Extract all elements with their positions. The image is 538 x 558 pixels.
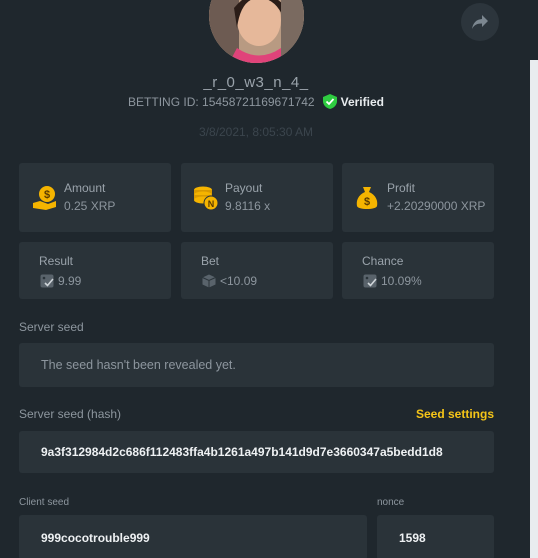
chance-card: Chance 10.09% — [342, 242, 494, 299]
money-bag-hand-icon: $ — [32, 185, 58, 216]
dice-check-icon — [363, 274, 377, 293]
payout-label: Payout — [225, 181, 263, 195]
verified-shield-icon — [322, 94, 337, 109]
betting-id: BETTING ID: 15458721169671742 — [128, 94, 315, 109]
amount-card: $ Amount 0.25 XRP — [19, 163, 171, 232]
chance-label: Chance — [362, 254, 404, 268]
server-seed-value: The seed hasn't been revealed yet. — [41, 358, 236, 372]
dice-icon — [202, 274, 216, 293]
betting-id-row: BETTING ID: 15458721169671742 Verified — [0, 94, 512, 109]
server-seed-field: The seed hasn't been revealed yet. — [19, 343, 494, 387]
bet-details-panel: _r_0_w3_n_4_ BETTING ID: 154587211696717… — [0, 0, 538, 558]
bet-date: 3/8/2021, 8:05:30 AM — [198, 125, 314, 139]
client-seed-value: 999cocotrouble999 — [41, 530, 150, 545]
seed-settings-link[interactable]: Seed settings — [416, 407, 494, 421]
dice-check-icon — [40, 274, 54, 293]
verified-badge: Verified — [322, 94, 384, 109]
svg-text:$: $ — [44, 189, 50, 201]
verified-label: Verified — [340, 94, 384, 109]
nonce-label: nonce — [377, 497, 405, 508]
bet-label: Bet — [201, 254, 220, 268]
profit-label: Profit — [387, 181, 416, 195]
nonce-value: 1598 — [399, 530, 426, 545]
chance-value: 10.09% — [381, 274, 422, 288]
bet-card: Bet <10.09 — [181, 242, 333, 299]
money-bag-icon: $ — [355, 185, 379, 216]
avatar — [209, 0, 304, 63]
payout-card: N Payout 9.8116 x — [181, 163, 333, 232]
server-seed-hash-field[interactable]: 9a3f312984d2c686f112483ffa4b1261a497b141… — [19, 431, 494, 473]
svg-text:$: $ — [364, 196, 370, 208]
result-value: 9.99 — [58, 274, 82, 288]
coin-stack-icon: N — [193, 185, 219, 216]
amount-label: Amount — [64, 181, 106, 195]
result-card: Result 9.99 — [19, 242, 171, 299]
client-seed-label: Client seed — [19, 497, 70, 508]
scrollbar-track[interactable] — [530, 60, 538, 558]
client-seed-field[interactable]: 999cocotrouble999 — [19, 515, 367, 558]
result-label: Result — [39, 254, 74, 268]
profit-value: +2.20290000 XRP — [387, 199, 486, 213]
share-button[interactable] — [461, 3, 499, 41]
profit-card: $ Profit +2.20290000 XRP — [342, 163, 494, 232]
server-seed-label: Server seed — [19, 320, 84, 334]
server-seed-hash-value: 9a3f312984d2c686f112483ffa4b1261a497b141… — [41, 445, 443, 459]
share-icon — [472, 15, 488, 29]
bet-value: <10.09 — [220, 274, 258, 288]
payout-value: 9.8116 x — [225, 199, 271, 213]
svg-text:N: N — [208, 199, 215, 209]
server-seed-hash-label: Server seed (hash) — [19, 407, 122, 421]
nonce-field[interactable]: 1598 — [377, 515, 494, 558]
username: _r_0_w3_n_4_ — [203, 74, 309, 91]
amount-value: 0.25 XRP — [64, 199, 116, 213]
